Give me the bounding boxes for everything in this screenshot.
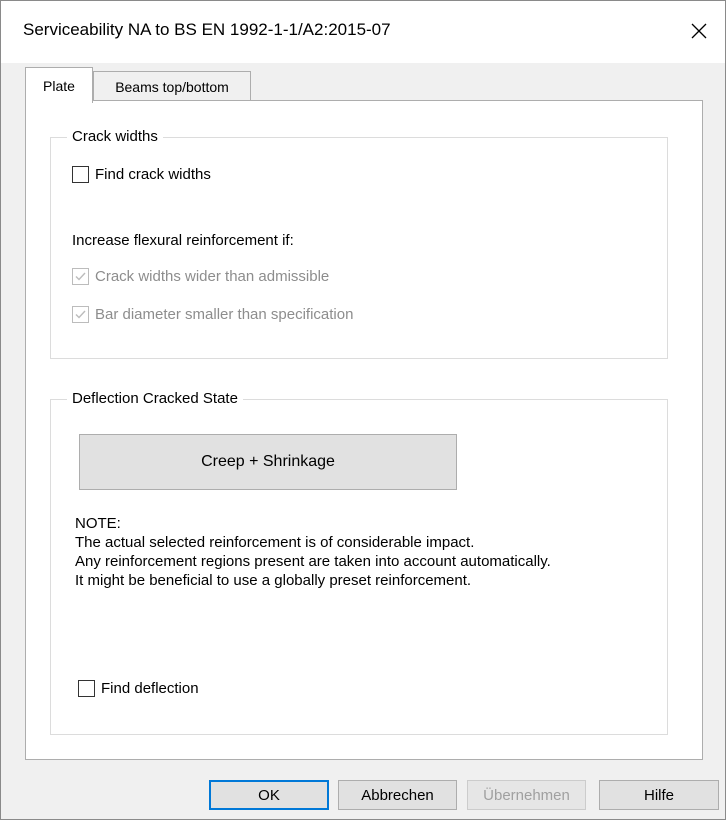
crack-widths-wider-label: Crack widths wider than admissible	[95, 268, 330, 285]
help-button[interactable]: Hilfe	[599, 780, 719, 810]
bar-diameter-smaller-checkbox[interactable]: Bar diameter smaller than specification	[72, 306, 353, 323]
find-crack-widths-checkbox[interactable]: Find crack widths	[72, 166, 211, 183]
apply-button[interactable]: Übernehmen	[467, 780, 586, 810]
tab-plate-label: Plate	[43, 77, 75, 94]
deflection-group: Deflection Cracked State Creep + Shrinka…	[50, 390, 668, 735]
find-deflection-checkbox[interactable]: Find deflection	[78, 680, 199, 697]
close-icon	[691, 23, 707, 39]
find-deflection-label: Find deflection	[101, 680, 199, 697]
bar-diameter-smaller-box[interactable]	[72, 306, 89, 323]
note-line: NOTE:	[75, 515, 121, 532]
crack-widths-group: Crack widths Find crack widths Increase …	[50, 128, 668, 359]
tab-strip: Plate Beams top/bottom	[1, 63, 725, 103]
checkmark-icon	[75, 310, 86, 319]
tab-beams-label: Beams top/bottom	[115, 78, 229, 95]
window-title: Serviceability NA to BS EN 1992-1-1/A2:2…	[23, 20, 391, 39]
tab-plate[interactable]: Plate	[25, 67, 93, 103]
find-crack-widths-label: Find crack widths	[95, 166, 211, 183]
note-line: Any reinforcement regions present are ta…	[75, 553, 551, 570]
deflection-group-title: Deflection Cracked State	[67, 390, 243, 408]
find-crack-widths-box[interactable]	[72, 166, 89, 183]
creep-shrinkage-button[interactable]: Creep + Shrinkage	[79, 434, 457, 490]
note-text: NOTE: The actual selected reinforcement …	[75, 514, 551, 590]
dialog-window: Serviceability NA to BS EN 1992-1-1/A2:2…	[0, 0, 726, 820]
find-deflection-box[interactable]	[78, 680, 95, 697]
increase-reinforcement-label: Increase flexural reinforcement if:	[72, 232, 294, 249]
title-bar: Serviceability NA to BS EN 1992-1-1/A2:2…	[1, 1, 725, 63]
bar-diameter-smaller-label: Bar diameter smaller than specification	[95, 306, 354, 323]
ok-button[interactable]: OK	[209, 780, 329, 810]
crack-widths-group-title: Crack widths	[67, 128, 163, 146]
crack-widths-wider-checkbox[interactable]: Crack widths wider than admissible	[72, 268, 329, 285]
cancel-button[interactable]: Abbrechen	[338, 780, 457, 810]
crack-widths-wider-box[interactable]	[72, 268, 89, 285]
tab-beams-top-bottom[interactable]: Beams top/bottom	[93, 71, 251, 101]
tab-panel-plate: Crack widths Find crack widths Increase …	[25, 100, 703, 760]
note-line: It might be beneficial to use a globally…	[75, 572, 472, 589]
checkmark-icon	[75, 272, 86, 281]
close-button[interactable]	[679, 13, 719, 49]
note-line: The actual selected reinforcement is of …	[75, 534, 475, 551]
